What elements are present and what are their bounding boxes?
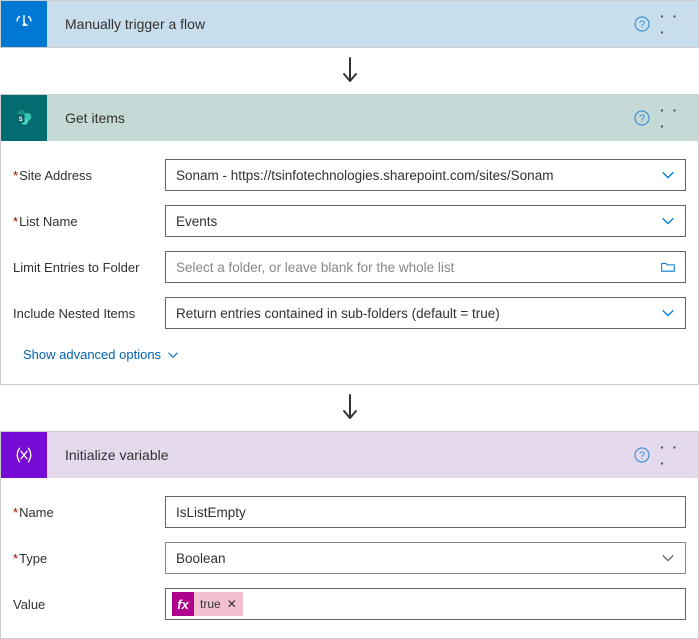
field-label: Value <box>13 597 165 612</box>
chevron-down-icon <box>167 349 179 361</box>
variable-icon <box>1 432 47 478</box>
field-label: *List Name <box>13 214 165 229</box>
field-row: Value fx true ✕ <box>13 588 686 620</box>
card-body: *Site Address Sonam - https://tsinfotech… <box>1 141 698 384</box>
field-label: *Name <box>13 505 165 520</box>
include-nested-input[interactable]: Return entries contained in sub-folders … <box>165 297 686 329</box>
limit-entries-input[interactable]: Select a folder, or leave blank for the … <box>165 251 686 283</box>
expression-token[interactable]: fx true ✕ <box>172 592 243 616</box>
list-name-input[interactable]: Events <box>165 205 686 237</box>
help-icon[interactable]: ? <box>628 10 656 38</box>
help-icon[interactable]: ? <box>628 104 656 132</box>
card-title: Get items <box>47 110 624 126</box>
svg-text:?: ? <box>639 450 645 462</box>
more-menu-icon[interactable]: · · · <box>660 104 688 132</box>
card-title: Initialize variable <box>47 447 624 463</box>
fx-badge: fx <box>172 592 194 616</box>
field-label: *Type <box>13 551 165 566</box>
chevron-down-icon[interactable] <box>651 543 685 573</box>
field-label: Limit Entries to Folder <box>13 260 165 275</box>
variable-type-select[interactable]: Boolean <box>165 542 686 574</box>
flow-arrow <box>0 385 699 431</box>
sharepoint-icon: S <box>1 95 47 141</box>
field-row: *Name IsListEmpty <box>13 496 686 528</box>
get-items-card[interactable]: S Get items ? · · · *Site Address Sonam … <box>0 94 699 385</box>
chevron-down-icon[interactable] <box>651 160 685 190</box>
field-label: Include Nested Items <box>13 306 165 321</box>
site-address-input[interactable]: Sonam - https://tsinfotechnologies.share… <box>165 159 686 191</box>
field-row: Limit Entries to Folder Select a folder,… <box>13 251 686 283</box>
chevron-down-icon[interactable] <box>651 298 685 328</box>
initialize-variable-card[interactable]: Initialize variable ? · · · *Name IsList… <box>0 431 699 639</box>
field-row: *Type Boolean <box>13 542 686 574</box>
card-header: Manually trigger a flow ? · · · <box>1 1 698 47</box>
card-title: Manually trigger a flow <box>47 16 624 32</box>
help-icon[interactable]: ? <box>628 441 656 469</box>
finger-tap-icon <box>1 1 47 47</box>
variable-value-input[interactable]: fx true ✕ <box>165 588 686 620</box>
card-header: S Get items ? · · · <box>1 95 698 141</box>
show-advanced-link[interactable]: Show advanced options <box>13 343 179 380</box>
card-header: Initialize variable ? · · · <box>1 432 698 478</box>
field-row: Include Nested Items Return entries cont… <box>13 297 686 329</box>
flow-arrow <box>0 48 699 94</box>
card-body: *Name IsListEmpty *Type Boolean Value fx… <box>1 478 698 638</box>
field-label: *Site Address <box>13 168 165 183</box>
more-menu-icon[interactable]: · · · <box>660 10 688 38</box>
folder-icon[interactable] <box>651 252 685 282</box>
chevron-down-icon[interactable] <box>651 206 685 236</box>
close-icon[interactable]: ✕ <box>227 597 237 611</box>
variable-name-input[interactable]: IsListEmpty <box>165 496 686 528</box>
svg-text:S: S <box>19 116 23 123</box>
more-menu-icon[interactable]: · · · <box>660 441 688 469</box>
trigger-card[interactable]: Manually trigger a flow ? · · · <box>0 0 699 48</box>
svg-text:?: ? <box>639 113 645 125</box>
field-row: *Site Address Sonam - https://tsinfotech… <box>13 159 686 191</box>
field-row: *List Name Events <box>13 205 686 237</box>
svg-text:?: ? <box>639 19 645 31</box>
